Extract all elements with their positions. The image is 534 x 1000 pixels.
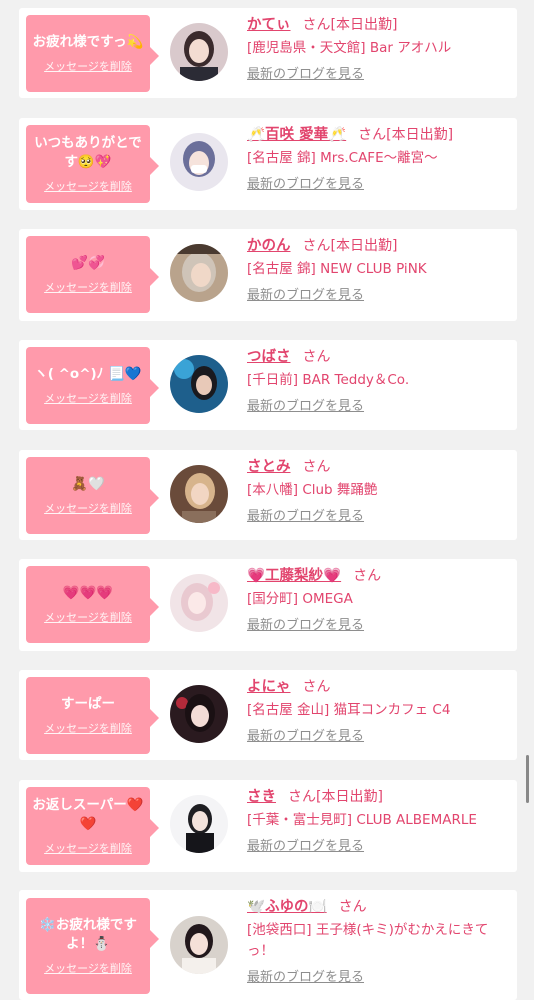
girl-name-link[interactable]: つばさ [247, 349, 291, 365]
girl-name-link[interactable]: かてぃ [247, 17, 291, 33]
avatar[interactable] [170, 574, 228, 632]
girl-name-link[interactable]: さとみ [247, 459, 291, 475]
shop-info: [名古屋 金山] 猫耳コンカフェ C4 [247, 702, 451, 718]
avatar[interactable] [170, 795, 228, 853]
message-bubble: 🧸🤍 メッセージを削除 [26, 457, 159, 534]
girl-name-link[interactable]: 🥂百咲 愛華🥂 [247, 127, 346, 143]
list-item: ❄️お疲れ様ですよ！⛄ メッセージを削除 🕊️ふゆの🍽️ さん [池袋西口] 王子… [19, 890, 517, 1000]
list-item: 🧸🤍 メッセージを削除 さとみ さん [本八幡] Club 舞踊艶 最新のブログを… [19, 450, 517, 540]
delete-message-link[interactable]: メッセージを削除 [44, 58, 132, 74]
message-list: お疲れ様ですっ💫 メッセージを削除 かてぃ さん[本日出勤] [鹿児島県・天文館]… [0, 0, 534, 1000]
avatar-photo [170, 465, 228, 523]
message-text: お返しスーパー❤️❤️ [32, 797, 144, 832]
status-badge: [本日出勤] [316, 789, 383, 805]
shop-info: [国分町] OMEGA [247, 591, 353, 607]
girl-name-link[interactable]: かのん [247, 238, 291, 254]
list-item: 💗💗💗 メッセージを削除 💗工藤梨紗💗 さん [国分町] OMEGA 最新のブログ… [19, 559, 517, 651]
honorific: さん [338, 899, 367, 915]
shop-info: [鹿児島県・天文館] Bar アオハル [247, 40, 452, 56]
blog-link[interactable]: 最新のブログを見る [247, 395, 364, 414]
delete-message-link[interactable]: メッセージを削除 [44, 279, 132, 295]
message-bubble: 💕💞 メッセージを削除 [26, 236, 159, 313]
avatar-photo [170, 244, 228, 302]
avatar[interactable] [170, 23, 228, 81]
list-item: いつもありがとです🥺💖 メッセージを削除 🥂百咲 愛華🥂 さん[本日出勤] [名古… [19, 118, 517, 210]
avatar-photo [170, 685, 228, 743]
message-bubble: 💗💗💗 メッセージを削除 [26, 566, 159, 643]
avatar[interactable] [170, 685, 228, 743]
blog-link[interactable]: 最新のブログを見る [247, 835, 364, 854]
honorific: さん [302, 17, 331, 33]
message-text: すーぱー [61, 696, 115, 712]
delete-message-link[interactable]: メッセージを削除 [44, 960, 132, 976]
blog-link[interactable]: 最新のブログを見る [247, 505, 364, 524]
shop-info: [本八幡] Club 舞踊艶 [247, 482, 378, 498]
delete-message-link[interactable]: メッセージを削除 [44, 840, 132, 856]
girl-name-link[interactable]: 🕊️ふゆの🍽️ [247, 899, 327, 915]
avatar[interactable] [170, 916, 228, 974]
scrollbar[interactable] [526, 755, 529, 803]
list-item: 💕💞 メッセージを削除 かのん さん[本日出勤] [名古屋 錦] NEW CLUB… [19, 229, 517, 321]
shop-info: [名古屋 錦] Mrs.CAFE〜離宮〜 [247, 150, 438, 166]
status-badge: [本日出勤] [330, 17, 398, 33]
message-bubble: ❄️お疲れ様ですよ！⛄ メッセージを削除 [26, 898, 159, 994]
shop-info: [千葉・富士見町] CLUB ALBEMARLE [247, 812, 477, 828]
message-text: お疲れ様ですっ💫 [32, 34, 144, 50]
avatar[interactable] [170, 355, 228, 413]
avatar-photo [170, 355, 228, 413]
message-bubble: すーぱー メッセージを削除 [26, 677, 159, 754]
delete-message-link[interactable]: メッセージを削除 [44, 390, 132, 406]
honorific: さん [288, 789, 316, 805]
message-bubble: お疲れ様ですっ💫 メッセージを削除 [26, 15, 159, 92]
delete-message-link[interactable]: メッセージを削除 [44, 500, 132, 516]
avatar[interactable] [170, 244, 228, 302]
message-text: 💗💗💗 [62, 585, 114, 601]
honorific: さん [353, 568, 382, 584]
list-item: お疲れ様ですっ💫 メッセージを削除 かてぃ さん[本日出勤] [鹿児島県・天文館]… [19, 8, 517, 98]
girl-name-link[interactable]: さき [247, 789, 276, 805]
blog-link[interactable]: 最新のブログを見る [247, 284, 364, 303]
blog-link[interactable]: 最新のブログを見る [247, 173, 364, 192]
honorific: さん [358, 127, 387, 143]
message-text: ❄️お疲れ様ですよ！⛄ [39, 917, 137, 952]
honorific: さん [302, 349, 331, 365]
blog-link[interactable]: 最新のブログを見る [247, 966, 364, 985]
girl-name-link[interactable]: 💗工藤梨紗💗 [247, 568, 341, 584]
honorific: さん [302, 679, 331, 695]
message-bubble: ヽ( ^o^)ﾉ 📃💙 メッセージを削除 [26, 347, 159, 424]
shop-info: [千日前] BAR Teddy＆Co. [247, 372, 410, 388]
avatar-photo [170, 795, 228, 853]
honorific: さん [302, 459, 331, 475]
shop-info: [名古屋 錦] NEW CLUB PiNK [247, 261, 427, 277]
avatar-photo [170, 916, 228, 974]
message-bubble: お返しスーパー❤️❤️ メッセージを削除 [26, 787, 159, 865]
message-text: 💕💞 [71, 255, 105, 271]
message-text: 🧸🤍 [71, 476, 105, 492]
honorific: さん [302, 238, 331, 254]
shop-info: [池袋西口] 王子様(キミ)がむかえにきてっ！ [247, 922, 489, 959]
blog-link[interactable]: 最新のブログを見る [247, 725, 364, 744]
avatar-photo [170, 574, 228, 632]
status-badge: [本日出勤] [386, 127, 454, 143]
blog-link[interactable]: 最新のブログを見る [247, 63, 364, 82]
delete-message-link[interactable]: メッセージを削除 [44, 720, 132, 736]
girl-name-link[interactable]: よにゃ [247, 679, 291, 695]
avatar-photo [170, 133, 228, 191]
list-item: すーぱー メッセージを削除 よにゃ さん [名古屋 金山] 猫耳コンカフェ C4 … [19, 670, 517, 760]
avatar-photo [170, 23, 228, 81]
delete-message-link[interactable]: メッセージを削除 [44, 609, 132, 625]
list-item: ヽ( ^o^)ﾉ 📃💙 メッセージを削除 つばさ さん [千日前] BAR Ted… [19, 340, 517, 430]
message-text: いつもありがとです🥺💖 [34, 135, 142, 170]
status-badge: [本日出勤] [330, 238, 398, 254]
avatar[interactable] [170, 465, 228, 523]
avatar[interactable] [170, 133, 228, 191]
message-bubble: いつもありがとです🥺💖 メッセージを削除 [26, 125, 159, 203]
delete-message-link[interactable]: メッセージを削除 [44, 178, 132, 194]
message-text: ヽ( ^o^)ﾉ 📃💙 [34, 366, 142, 382]
blog-link[interactable]: 最新のブログを見る [247, 614, 364, 633]
list-item: お返しスーパー❤️❤️ メッセージを削除 さき さん[本日出勤] [千葉・富士見町… [19, 780, 517, 872]
